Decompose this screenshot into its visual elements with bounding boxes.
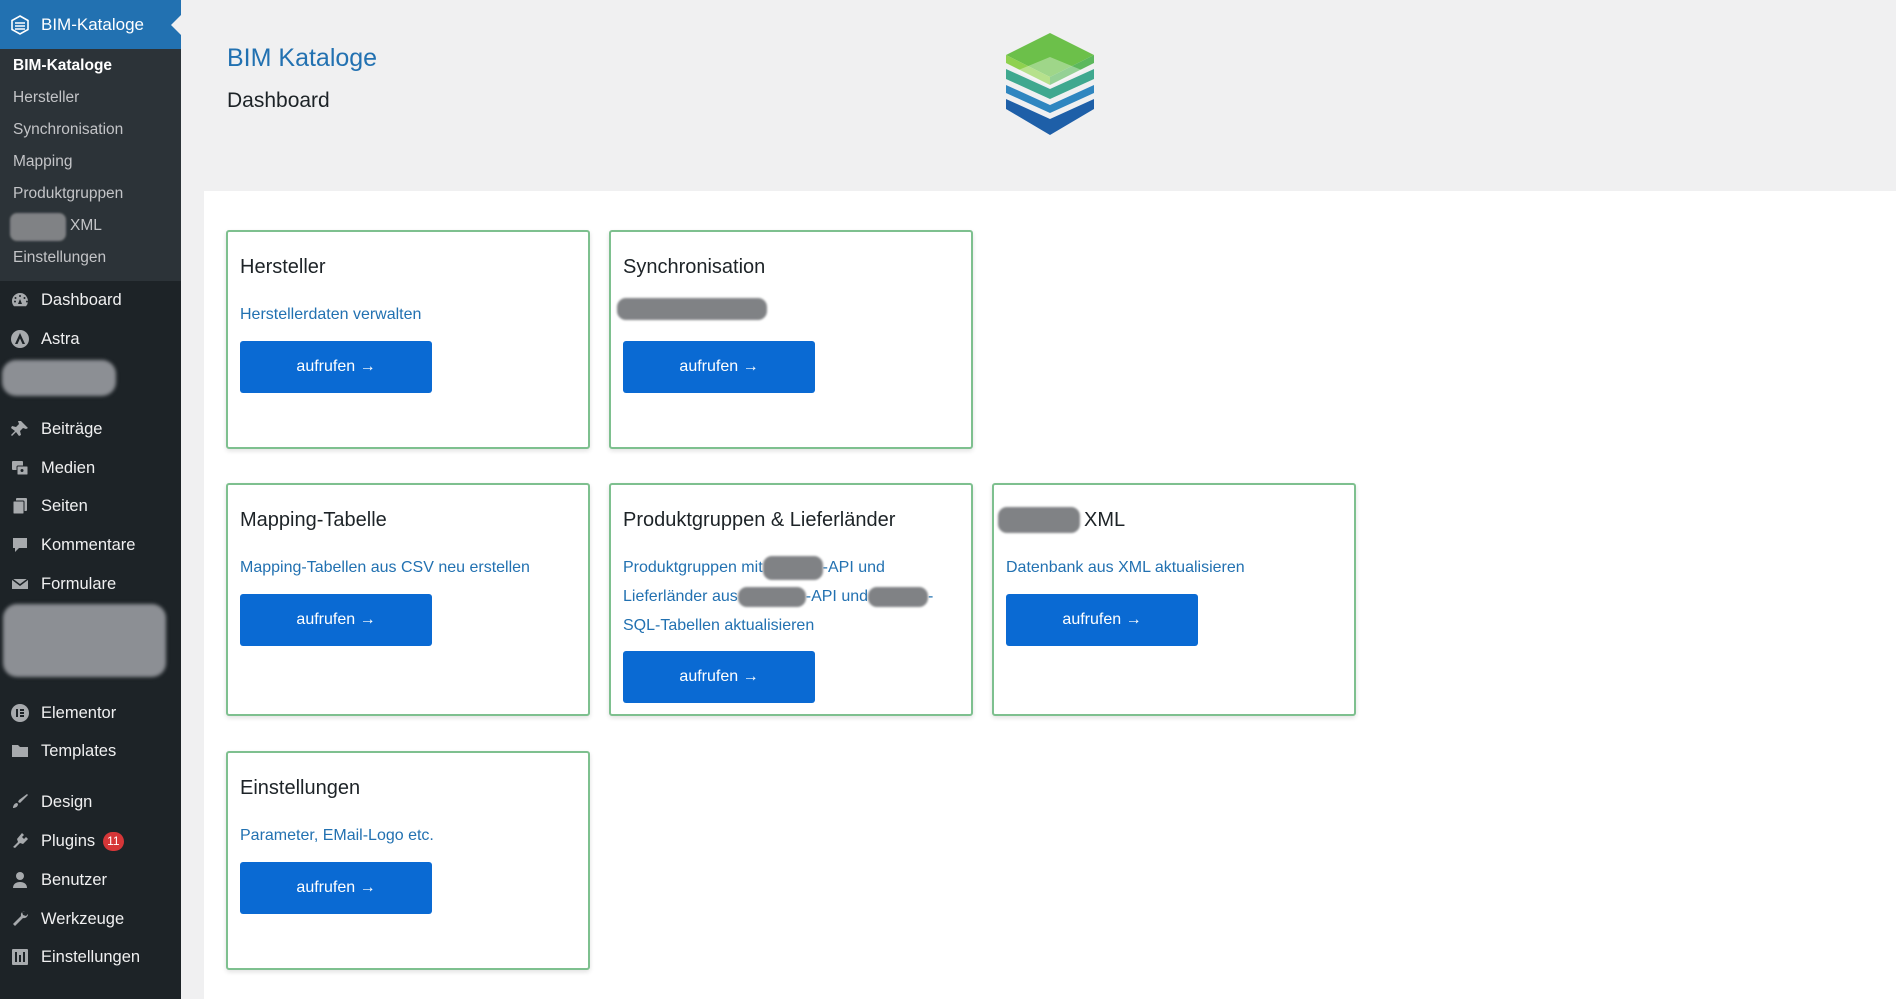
- wrench-icon: [10, 909, 30, 929]
- menu-item-label: Einstellungen: [41, 947, 141, 966]
- menu-item-elementor[interactable]: Elementor: [0, 696, 181, 730]
- page-title: Dashboard: [227, 89, 330, 112]
- menu-item-templates[interactable]: Templates: [0, 734, 181, 768]
- einstellungen-open-button[interactable]: aufrufen →: [240, 862, 432, 914]
- redacted-title-prefix: [998, 507, 1080, 533]
- card-synchronisation: Synchronisation aufrufen →: [609, 230, 973, 449]
- menu-item-astra[interactable]: Astra: [0, 322, 181, 356]
- pin-icon: [10, 419, 30, 439]
- produktgruppen-open-button[interactable]: aufrufen →: [623, 651, 815, 703]
- pages-icon: [10, 496, 30, 516]
- menu-item-label: Beiträge: [41, 419, 103, 438]
- menu-item-label: Elementor: [41, 703, 117, 722]
- menu-item-label: Seiten: [41, 496, 88, 515]
- redacted-description: [617, 298, 767, 320]
- astra-icon: [10, 329, 30, 349]
- submenu-item-bim-kataloge[interactable]: BIM-Kataloge: [13, 57, 112, 75]
- menu-item-werkzeuge[interactable]: Werkzeuge: [0, 902, 181, 936]
- xml-open-button[interactable]: aufrufen →: [1006, 594, 1198, 646]
- menu-item-label: Plugins: [41, 831, 96, 850]
- card-description: Parameter, EMail-Logo etc.: [240, 827, 434, 844]
- menu-item-beitraege[interactable]: Beiträge: [0, 412, 181, 446]
- settings-icon: [10, 947, 30, 967]
- comment-icon: [10, 535, 30, 555]
- submenu-item-xml[interactable]: XML: [70, 217, 102, 235]
- menu-item-formulare[interactable]: Formulare: [0, 567, 181, 601]
- menu-item-label: Astra: [41, 329, 80, 348]
- redacted-menu-item: [2, 360, 116, 396]
- brush-icon: [10, 792, 30, 812]
- sidebar-submenu: BIM-Kataloge Hersteller Synchronisation …: [0, 49, 181, 281]
- card-title: Mapping-Tabelle: [240, 509, 387, 531]
- plugin-title: BIM Kataloge: [227, 44, 378, 72]
- menu-item-label: Formulare: [41, 574, 117, 593]
- submenu-item-hersteller[interactable]: Hersteller: [13, 89, 79, 107]
- card-description: Datenbank aus XML aktualisieren: [1006, 559, 1245, 576]
- card-einstellungen: Einstellungen Parameter, EMail-Logo etc.…: [226, 751, 590, 970]
- card-title: Produktgruppen & Lieferländer: [623, 509, 896, 531]
- menu-item-seiten[interactable]: Seiten: [0, 489, 181, 523]
- plugin-icon: [10, 831, 30, 851]
- menu-item-label: Werkzeuge: [41, 909, 125, 928]
- bim-logo-icon: [10, 14, 30, 35]
- submenu-item-produktgruppen[interactable]: Produktgruppen: [13, 185, 123, 203]
- menu-item-plugins[interactable]: Plugins 11: [0, 824, 181, 858]
- menu-item-medien[interactable]: Medien: [0, 451, 181, 485]
- mail-icon: [10, 574, 30, 594]
- menu-item-label: Kommentare: [41, 535, 136, 554]
- submenu-item-synchronisation[interactable]: Synchronisation: [13, 121, 123, 139]
- hersteller-open-button[interactable]: aufrufen →: [240, 341, 432, 393]
- redacted-text: [762, 555, 823, 580]
- redacted-menu-group: [3, 604, 166, 677]
- card-hersteller: Hersteller Herstellerdaten verwalten auf…: [226, 230, 590, 449]
- card-title: XML: [1084, 509, 1126, 531]
- plugin-update-badge: 11: [103, 831, 124, 851]
- elementor-icon: [10, 703, 30, 723]
- card-produktgruppen: Produktgruppen & Lieferländer Produktgru…: [609, 483, 973, 716]
- menu-item-label: Dashboard: [41, 290, 122, 309]
- current-menu-arrow: [171, 15, 181, 35]
- card-description: Produktgruppen mit -API und Lieferländer …: [623, 553, 953, 640]
- menu-item-benutzer[interactable]: Benutzer: [0, 863, 181, 897]
- sidebar-item-bim-kataloge[interactable]: BIM-Kataloge: [0, 0, 181, 49]
- menu-item-label: Benutzer: [41, 870, 108, 889]
- menu-item-label: Templates: [41, 741, 117, 760]
- menu-item-kommentare[interactable]: Kommentare: [0, 528, 181, 562]
- menu-item-einstellungen[interactable]: Einstellungen: [0, 940, 181, 974]
- folder-icon: [10, 741, 30, 761]
- description-text: -API und: [822, 559, 885, 576]
- card-xml: XML Datenbank aus XML aktualisieren aufr…: [992, 483, 1356, 716]
- description-text: SQL-Tabellen aktualisieren: [623, 617, 815, 634]
- menu-item-label: Design: [41, 792, 93, 811]
- media-icon: [10, 458, 30, 478]
- dashboard-content: Hersteller Herstellerdaten verwalten auf…: [204, 191, 1896, 999]
- menu-item-label: Medien: [41, 458, 96, 477]
- menu-item-dashboard[interactable]: Dashboard: [0, 283, 181, 317]
- description-text: -API und: [805, 588, 869, 605]
- mapping-open-button[interactable]: aufrufen →: [240, 594, 432, 646]
- submenu-item-mapping[interactable]: Mapping: [13, 153, 72, 171]
- sidebar-item-label: BIM-Kataloge: [41, 14, 144, 34]
- redacted-text: [868, 586, 929, 607]
- bim-kataloge-logo: [1006, 33, 1094, 135]
- redacted-block: [10, 213, 66, 241]
- user-icon: [10, 870, 30, 890]
- card-title: Hersteller: [240, 256, 326, 278]
- description-text: Lieferländer aus: [623, 588, 738, 605]
- card-title: Synchronisation: [623, 256, 766, 278]
- description-text: -: [928, 588, 934, 605]
- admin-sidebar: BIM-Kataloge BIM-Kataloge Hersteller Syn…: [0, 0, 181, 999]
- submenu-item-einstellungen[interactable]: Einstellungen: [13, 249, 106, 267]
- card-title: Einstellungen: [240, 777, 361, 799]
- card-description: Herstellerdaten verwalten: [240, 306, 422, 323]
- description-text: Produktgruppen mit: [623, 559, 763, 576]
- dashboard-icon: [10, 290, 30, 310]
- card-mapping-tabelle: Mapping-Tabelle Mapping-Tabellen aus CSV…: [226, 483, 590, 716]
- card-description: Mapping-Tabellen aus CSV neu erstellen: [240, 559, 530, 576]
- redacted-text: [737, 586, 806, 607]
- menu-item-design[interactable]: Design: [0, 785, 181, 819]
- synchronisation-open-button[interactable]: aufrufen →: [623, 341, 815, 393]
